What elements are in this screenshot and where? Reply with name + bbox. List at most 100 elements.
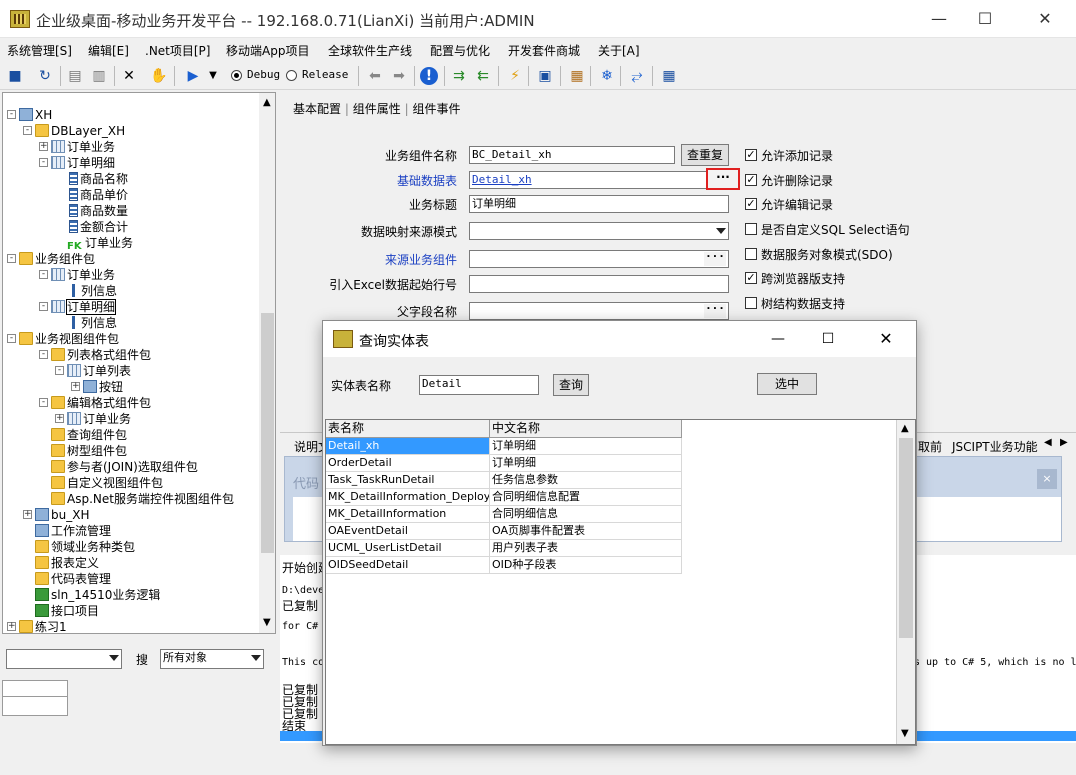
mapping-select[interactable] <box>469 222 729 240</box>
component-name-field[interactable]: BC_Detail_xh <box>469 146 675 164</box>
scroll-thumb[interactable] <box>261 313 274 553</box>
menu-software-line[interactable]: 全球软件生产线 <box>328 42 412 59</box>
dialog-minimize-button[interactable]: — <box>755 321 801 357</box>
entity-name-input[interactable]: Detail <box>419 375 539 395</box>
table-row[interactable]: UCML_UserListDetail 用户列表子表 <box>326 540 682 557</box>
calculator-icon[interactable]: ▦ <box>660 67 678 85</box>
tree-node[interactable]: 列信息 <box>69 283 117 299</box>
source-component-field[interactable]: ··· <box>469 250 729 268</box>
scroll-thumb[interactable] <box>899 438 913 638</box>
tree-node[interactable]: 商品单价 <box>69 187 128 203</box>
tree-scrollbar[interactable]: ▲ ▼ <box>259 93 275 633</box>
tab-scroll-left-icon[interactable]: ◀ <box>1044 437 1052 448</box>
tab-scroll-right-icon[interactable]: ▶ <box>1060 437 1068 448</box>
allow-edit-checkbox[interactable]: ✓ <box>745 198 757 210</box>
lightning-icon[interactable]: ⚡ <box>506 67 524 85</box>
tree-node[interactable]: sln_14510业务逻辑 <box>35 587 160 603</box>
back-icon[interactable]: ⬅ <box>366 67 384 85</box>
menu-net-project[interactable]: .Net项目[P] <box>145 42 210 59</box>
tree-node[interactable]: - 订单明细 <box>39 155 115 171</box>
tree-node[interactable]: 工作流管理 <box>35 523 111 539</box>
close-icon[interactable]: × <box>1037 469 1057 489</box>
table-row[interactable]: OrderDetail 订单明细 <box>326 455 682 472</box>
tab-component-props[interactable]: 组件属性 <box>353 102 401 116</box>
import-icon[interactable]: ⇉ <box>450 67 468 85</box>
sdo-checkbox[interactable] <box>745 248 757 260</box>
tree-node[interactable]: + 练习1 <box>7 619 67 633</box>
ellipsis-icon[interactable]: ··· <box>704 251 726 266</box>
report-icon[interactable]: ▦ <box>568 67 586 85</box>
tree-node[interactable]: - 订单列表 <box>55 363 131 379</box>
base-table-field[interactable]: Detail_xh <box>469 171 729 189</box>
menu-config[interactable]: 配置与优化 <box>430 42 490 59</box>
tree-data-checkbox[interactable] <box>745 297 757 309</box>
tab-fetch[interactable]: 取前 <box>918 438 942 455</box>
grid-scrollbar[interactable]: ▲ ▼ <box>896 420 915 744</box>
tab-jscript[interactable]: JSCIPT业务功能 <box>952 438 1038 455</box>
entity-grid[interactable]: 表名称 中文名称 Detail_xh 订单明细 OrderDetail 订单明细 T… <box>325 419 916 745</box>
delete-icon[interactable]: ✕ <box>120 67 138 85</box>
tree-node[interactable]: + 订单业务 <box>55 411 131 427</box>
tree-node[interactable]: 自定义视图组件包 <box>51 475 163 491</box>
refresh-icon[interactable]: ↻ <box>36 67 54 85</box>
scroll-down-icon[interactable]: ▼ <box>901 728 909 739</box>
menu-edit[interactable]: 编辑[E] <box>88 42 129 59</box>
dialog-maximize-button[interactable]: ☐ <box>805 321 851 357</box>
debug-radio[interactable] <box>231 70 242 81</box>
tab-component-events[interactable]: 组件事件 <box>412 102 460 116</box>
scroll-up-icon[interactable]: ▲ <box>901 423 909 434</box>
minimize-button[interactable]: — <box>916 0 962 38</box>
move-down-icon[interactable]: ▥ <box>90 67 108 85</box>
tree-node[interactable]: 查询组件包 <box>51 427 127 443</box>
select-button[interactable]: 选中 <box>757 373 817 395</box>
tree-node[interactable]: 参与者(JOIN)选取组件包 <box>51 459 198 475</box>
tree-node[interactable]: - 业务组件包 <box>7 251 95 267</box>
maximize-button[interactable]: ☐ <box>962 0 1008 38</box>
parent-field[interactable]: ··· <box>469 302 729 320</box>
table-row[interactable]: OIDSeedDetail OID种子段表 <box>326 557 682 574</box>
select-area-icon[interactable]: ▣ <box>536 67 554 85</box>
tree-node[interactable]: Asp.Net服务端控件视图组件包 <box>51 491 234 507</box>
tree-node[interactable]: - XH <box>7 107 52 123</box>
table-row[interactable]: Detail_xh 订单明细 <box>326 438 682 455</box>
project-tree[interactable]: - XH - DBLayer_XH + 订单业务 - 订单明细 商品名称 商品单价 商品… <box>2 92 276 634</box>
allow-delete-checkbox[interactable]: ✓ <box>745 174 757 186</box>
scroll-up-icon[interactable]: ▲ <box>263 97 271 108</box>
dialog-close-button[interactable]: ✕ <box>863 321 909 357</box>
tree-node[interactable]: 报表定义 <box>35 555 99 571</box>
ellipsis-icon[interactable]: ··· <box>704 303 726 318</box>
tree-node[interactable]: 代码表管理 <box>35 571 111 587</box>
cross-browser-checkbox[interactable]: ✓ <box>745 272 757 284</box>
menu-store[interactable]: 开发套件商城 <box>508 42 580 59</box>
tree-node[interactable]: - 订单业务 <box>39 267 115 283</box>
tree-node[interactable]: - 订单明细 <box>39 299 117 315</box>
tree-node[interactable]: 商品数量 <box>69 203 128 219</box>
menu-mobile-app[interactable]: 移动端App项目 <box>226 42 309 59</box>
tree-node[interactable]: + 按钮 <box>71 379 123 395</box>
title-field[interactable]: 订单明细 <box>469 195 729 213</box>
release-radio[interactable] <box>286 70 297 81</box>
tree-node[interactable]: 树型组件包 <box>51 443 127 459</box>
excel-row-field[interactable] <box>469 275 729 293</box>
table-row[interactable]: Task_TaskRunDetail 任务信息参数 <box>326 472 682 489</box>
search-scope-select[interactable]: 所有对象 <box>160 649 264 669</box>
tree-node[interactable]: - 业务视图组件包 <box>7 331 119 347</box>
table-row[interactable]: MK_DetailInformation 合同明细信息 <box>326 506 682 523</box>
tree-node[interactable]: - 编辑格式组件包 <box>39 395 151 411</box>
tree-node[interactable]: 列信息 <box>69 315 117 331</box>
table-row[interactable]: MK_DetailInformation_Deploy 合同明细信息配置 <box>326 489 682 506</box>
tree-node[interactable]: 接口项目 <box>35 603 99 619</box>
run-icon[interactable]: ▶ <box>184 67 202 85</box>
hand-icon[interactable]: ✋ <box>150 67 168 85</box>
column-header-chinese-name[interactable]: 中文名称 <box>490 420 682 438</box>
tree-node[interactable]: FK 订单业务 <box>67 235 133 252</box>
tree-node[interactable]: 领域业务种类包 <box>35 539 135 555</box>
tab-basic-config[interactable]: 基本配置 <box>293 102 341 116</box>
close-button[interactable]: ✕ <box>1022 0 1068 38</box>
save-icon[interactable]: ■ <box>6 67 24 85</box>
search-input[interactable] <box>6 649 122 669</box>
export-icon[interactable]: ⇇ <box>474 67 492 85</box>
allow-add-checkbox[interactable]: ✓ <box>745 149 757 161</box>
tree-node[interactable]: - 列表格式组件包 <box>39 347 151 363</box>
fullscreen-icon[interactable]: ⥂ <box>628 67 646 85</box>
